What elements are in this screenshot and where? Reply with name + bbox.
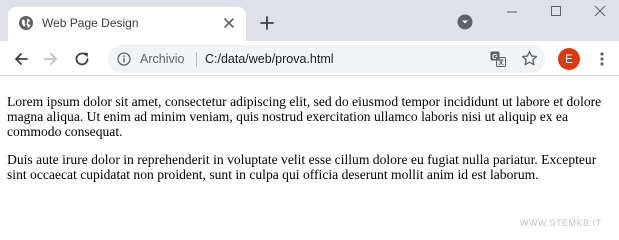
paragraph: Duis aute irure dolor in reprehenderit i… — [7, 152, 597, 182]
tab-search-icon[interactable] — [457, 14, 473, 30]
tab-active[interactable]: Web Page Design — [8, 7, 246, 41]
profile-avatar[interactable]: E — [558, 48, 580, 70]
tab-strip: Web Page Design — [0, 0, 619, 41]
paragraph: Lorem ipsum dolor sit amet, consectetur … — [7, 94, 602, 139]
watermark: WWW.STEMKB.IT — [520, 218, 602, 228]
forward-arrow-icon[interactable] — [42, 50, 60, 68]
bookmark-star-icon[interactable] — [521, 50, 538, 67]
url-text[interactable]: C:/data/web/prova.html — [205, 52, 334, 66]
reload-icon[interactable] — [73, 50, 91, 68]
minimize-icon[interactable] — [505, 4, 519, 18]
translate-icon[interactable]: G — [490, 51, 506, 67]
svg-text:G: G — [492, 52, 498, 61]
address-bar[interactable]: Archivio C:/data/web/prova.html G — [108, 45, 545, 73]
globe-icon — [19, 16, 33, 30]
maximize-icon[interactable] — [549, 4, 563, 18]
toolbar: Archivio C:/data/web/prova.html G E — [0, 41, 619, 76]
menu-dots-icon[interactable] — [596, 51, 608, 67]
tab-title: Web Page Design — [42, 16, 139, 30]
back-arrow-icon[interactable] — [12, 50, 30, 68]
info-icon[interactable] — [117, 52, 131, 66]
omnibox-divider — [196, 52, 197, 67]
window-close-icon[interactable] — [593, 4, 607, 18]
tab-close-icon[interactable] — [222, 16, 236, 30]
page-content: Lorem ipsum dolor sit amet, consectetur … — [7, 94, 613, 195]
site-info-label[interactable]: Archivio — [140, 52, 184, 66]
new-tab-icon[interactable] — [258, 14, 276, 32]
